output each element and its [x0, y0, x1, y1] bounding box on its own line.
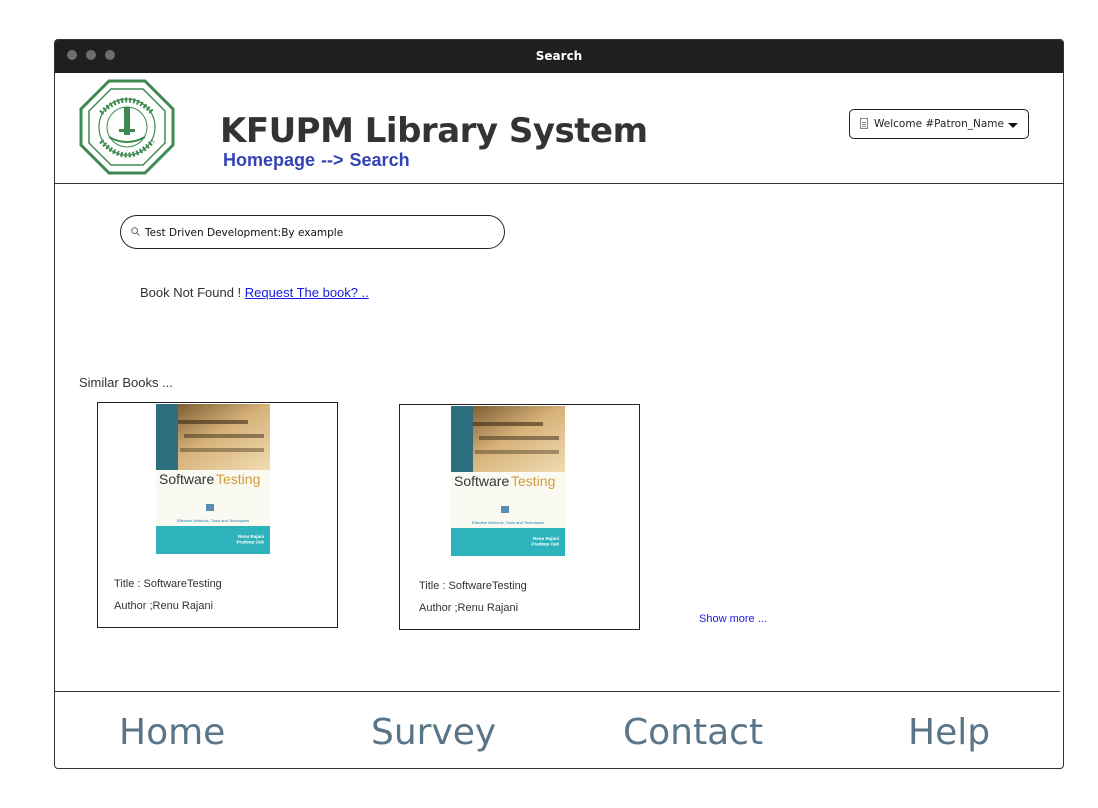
footer-nav: Home Survey Contact Help: [55, 691, 1060, 768]
search-bar: [120, 215, 505, 249]
not-found-message: Book Not Found ! Request The book? ..: [140, 285, 369, 300]
book-cover-image: Software Testing Effective Methods, Tool…: [156, 404, 270, 554]
search-icon: [131, 227, 140, 236]
breadcrumb: Homepage --> Search: [223, 150, 410, 171]
breadcrumb-home[interactable]: Homepage: [223, 150, 315, 170]
page-header: KFUPM Library System Homepage --> Search W…: [55, 73, 1063, 184]
user-menu-label: Welcome #Patron_Name: [874, 118, 1004, 130]
request-book-link[interactable]: Request The book? ..: [245, 285, 369, 300]
app-window: Search KFUPM Library System Homepage --> S…: [54, 39, 1064, 769]
footer-link-home[interactable]: Home: [119, 712, 225, 753]
cover-title-word1: Software: [159, 471, 214, 487]
cover-title-word2: Testing: [511, 473, 555, 489]
book-cover-image: Software Testing Effective Methods, Tool…: [451, 406, 565, 556]
cover-subtitle: Effective Methods, Tools and Techniques: [177, 518, 249, 523]
show-more-link[interactable]: Show more ...: [699, 613, 767, 625]
book-card[interactable]: Software Testing Effective Methods, Tool…: [399, 404, 640, 630]
footer-link-contact[interactable]: Contact: [623, 712, 763, 753]
search-input[interactable]: [145, 224, 485, 242]
cover-title-word2: Testing: [216, 471, 260, 487]
chevron-down-icon: [1008, 123, 1018, 128]
cover-title-word1: Software: [454, 473, 509, 489]
similar-books-heading: Similar Books ...: [79, 375, 173, 390]
university-logo: [79, 79, 175, 175]
book-title: Title : SoftwareTesting: [114, 578, 222, 590]
book-card[interactable]: Software Testing Effective Methods, Tool…: [97, 402, 338, 628]
book-author: Author ;Renu Rajani: [114, 600, 214, 612]
user-menu-dropdown[interactable]: Welcome #Patron_Name: [849, 109, 1029, 139]
book-author: Author ;Renu Rajani: [419, 602, 519, 614]
breadcrumb-current: Search: [349, 150, 410, 170]
cover-subtitle: Effective Methods, Tools and Techniques: [472, 520, 544, 525]
document-icon: [860, 118, 868, 129]
page-title: KFUPM Library System: [220, 111, 648, 151]
cover-authors: Renu Rajani Pradeep Oak: [531, 536, 559, 547]
not-found-text: Book Not Found !: [140, 285, 245, 300]
window-title: Search: [535, 49, 583, 63]
book-title: Title : SoftwareTesting: [419, 580, 527, 592]
breadcrumb-separator: -->: [321, 150, 344, 170]
title-bar: Search: [55, 40, 1063, 73]
footer-link-help[interactable]: Help: [908, 712, 990, 753]
footer-link-survey[interactable]: Survey: [371, 712, 496, 753]
cover-authors: Renu Rajani Pradeep Oak: [236, 534, 264, 545]
